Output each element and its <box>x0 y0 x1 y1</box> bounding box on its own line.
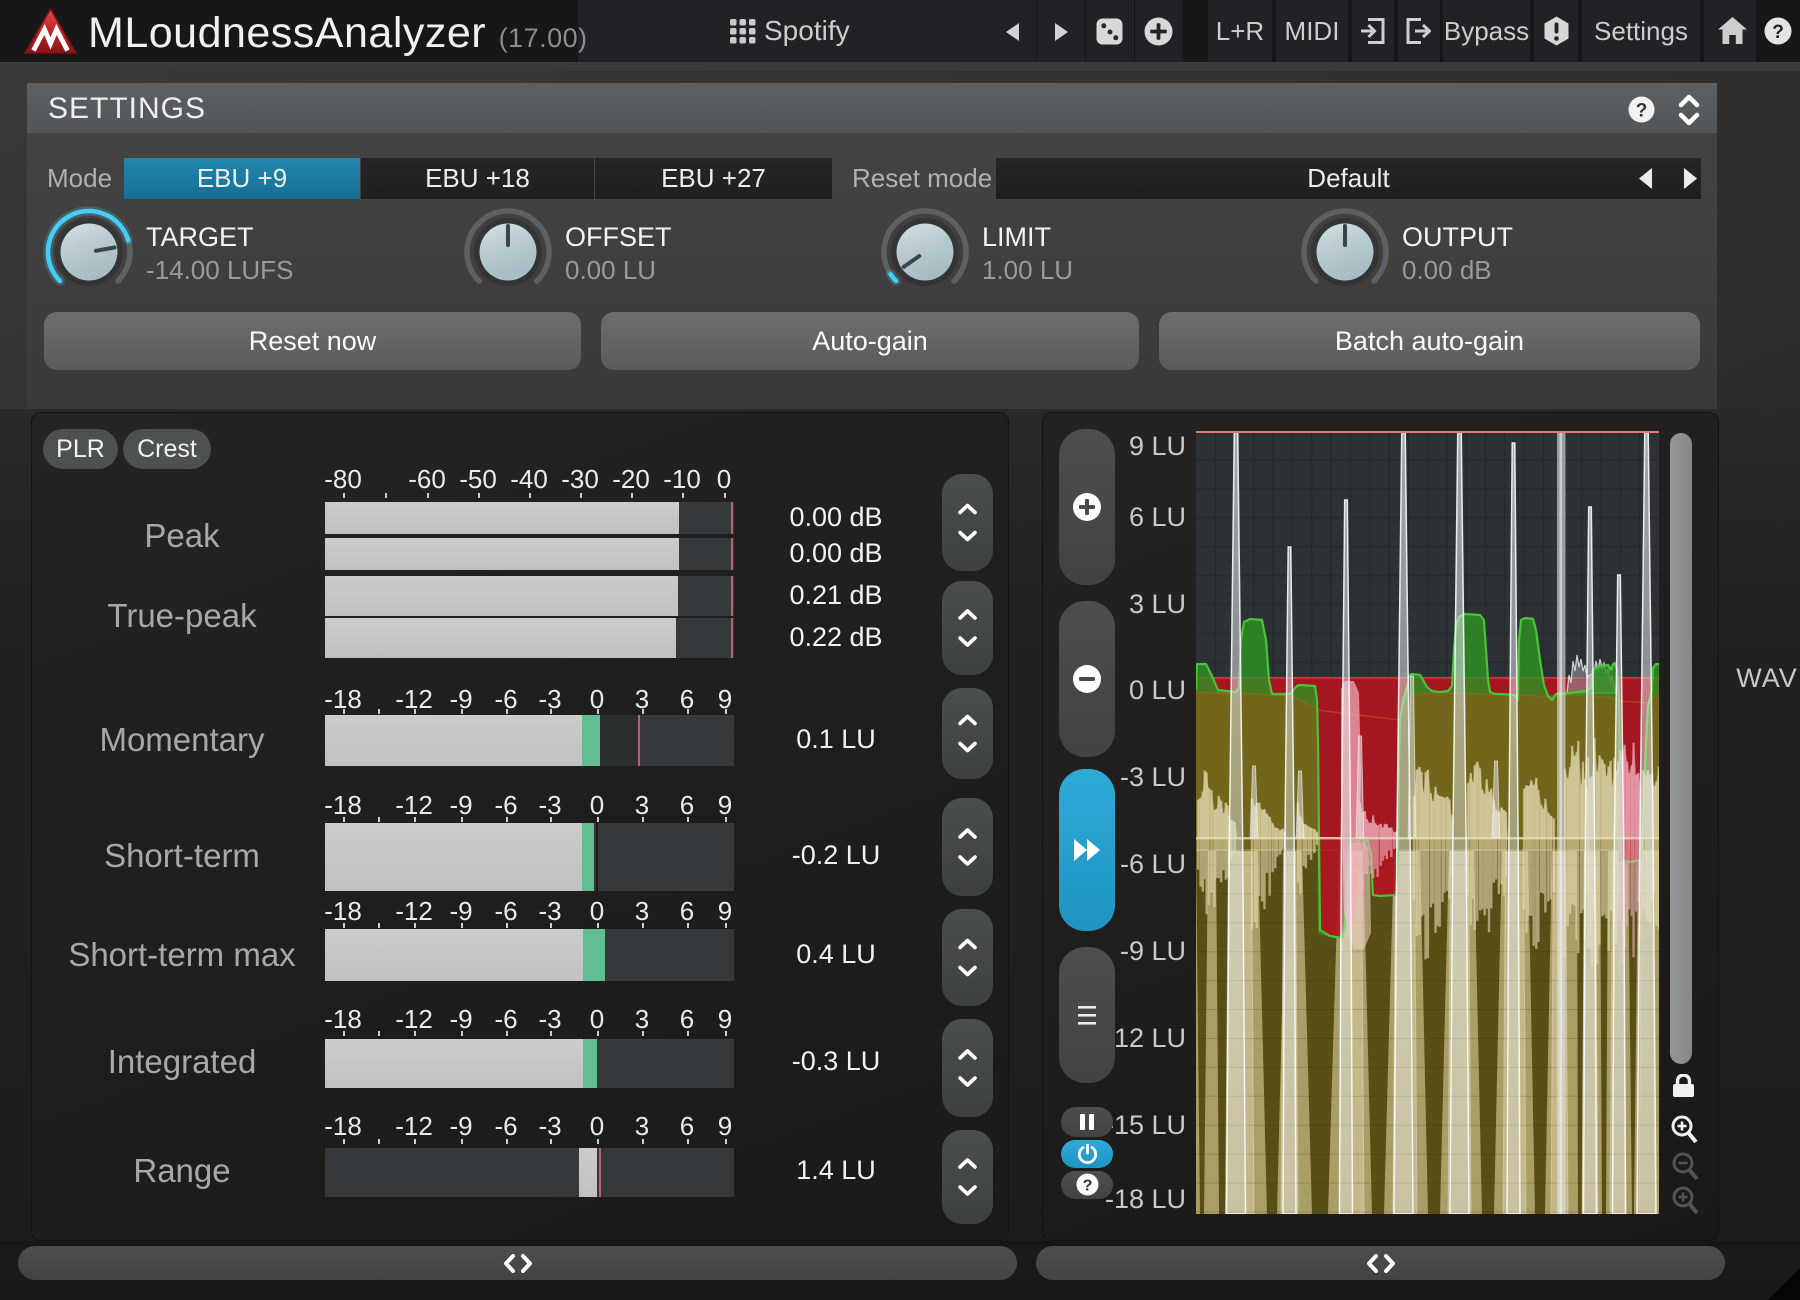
svg-text:?: ? <box>1636 101 1648 122</box>
svg-text:?: ? <box>1083 1178 1093 1195</box>
svg-text:?: ? <box>1772 22 1784 43</box>
